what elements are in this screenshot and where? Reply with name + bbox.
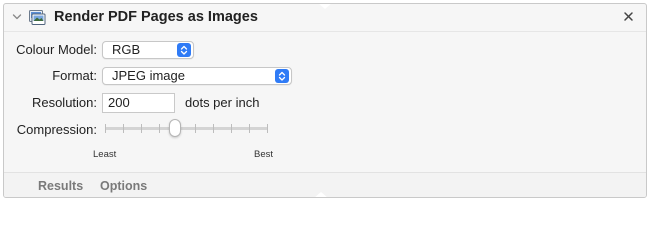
resolution-input[interactable]: 200 — [102, 93, 175, 113]
format-select[interactable]: JPEG image — [102, 67, 292, 85]
slider-track[interactable] — [105, 127, 268, 130]
colour-model-value: RGB — [112, 42, 141, 57]
slider-tick — [141, 124, 142, 133]
format-value: JPEG image — [112, 68, 185, 83]
connector-notch-bottom — [314, 192, 328, 197]
compression-max-label: Best — [254, 149, 274, 160]
chevron-down-icon[interactable] — [12, 12, 22, 22]
colour-model-label: Colour Model: — [16, 42, 97, 57]
tab-options[interactable]: Options — [100, 179, 147, 193]
slider-tick — [159, 124, 160, 133]
compression-min-label: Least — [93, 149, 117, 160]
slider-tick — [231, 124, 232, 133]
action-header: Render PDF Pages as Images — [4, 4, 646, 32]
app-icon — [29, 10, 46, 25]
slider-tick — [249, 124, 250, 133]
popup-arrows-icon — [177, 43, 191, 57]
slider-tick — [195, 124, 196, 133]
slider-knob[interactable] — [169, 119, 181, 137]
slider-tick — [105, 124, 106, 133]
slider-tick — [213, 124, 214, 133]
popup-arrows-icon — [275, 69, 289, 83]
close-icon[interactable] — [623, 11, 634, 22]
tab-results[interactable]: Results — [38, 179, 83, 193]
resolution-label: Resolution: — [31, 95, 97, 110]
format-label: Format: — [52, 68, 97, 83]
slider-tick — [123, 124, 124, 133]
compression-label: Compression: — [16, 122, 97, 137]
colour-model-select[interactable]: RGB — [102, 41, 194, 59]
action-title: Render PDF Pages as Images — [54, 9, 258, 25]
resolution-unit: dots per inch — [185, 95, 260, 110]
action-panel: Render PDF Pages as Images Colour Model:… — [3, 3, 647, 198]
slider-tick — [267, 124, 268, 133]
